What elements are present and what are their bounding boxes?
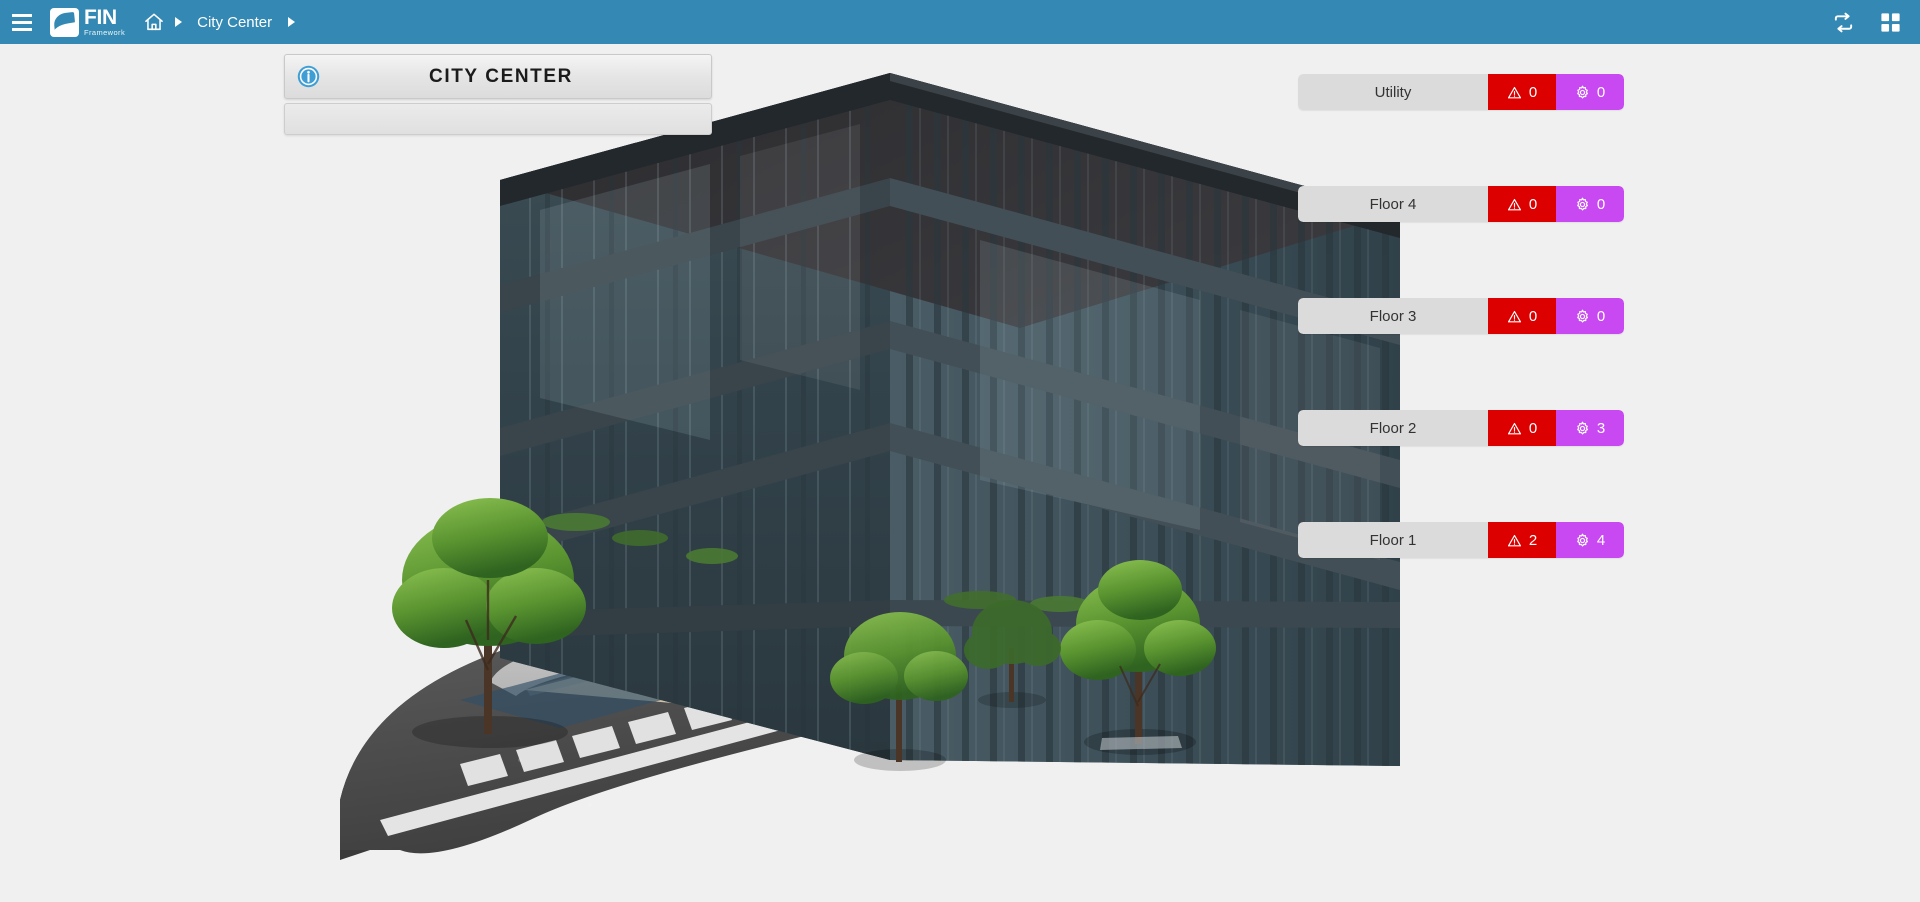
floor-row-floor-3[interactable]: Floor 3 0 0 (1298, 298, 1624, 334)
home-icon[interactable] (141, 9, 167, 35)
hamburger-bar (12, 20, 32, 24)
alarm-badge[interactable]: 0 (1488, 298, 1556, 334)
floor-row-utility[interactable]: Utility 0 0 (1298, 74, 1624, 110)
gear-icon (1576, 309, 1588, 322)
topbar-right-group (1832, 0, 1920, 44)
warning-triangle-icon (1507, 86, 1521, 98)
alarm-count: 0 (1528, 83, 1538, 101)
alarm-count: 0 (1528, 419, 1538, 437)
page-subtitle-card (284, 103, 712, 135)
floor-row-floor-1[interactable]: Floor 1 2 4 (1298, 522, 1624, 558)
top-navigation-bar: FIN Framework City Center (0, 0, 1920, 44)
override-count: 4 (1596, 531, 1606, 549)
page-title: CITY CENTER (429, 65, 573, 87)
override-badge[interactable]: 4 (1556, 522, 1624, 558)
warning-triangle-icon (1507, 422, 1521, 434)
override-badge[interactable]: 0 (1556, 186, 1624, 222)
floor-status-panel: Utility 0 0 Floor 4 0 0 Floor 3 0 0 Floo… (1298, 74, 1624, 584)
caret-right-icon[interactable] (167, 0, 189, 44)
brand-wordmark: FIN Framework (84, 7, 125, 37)
override-count: 3 (1596, 419, 1606, 437)
sync-refresh-icon[interactable] (1832, 11, 1855, 34)
floor-name-label: Utility (1298, 74, 1488, 110)
brand-name: FIN (84, 6, 117, 30)
alarm-count: 0 (1528, 307, 1538, 325)
override-count: 0 (1596, 195, 1606, 213)
apps-grid-icon[interactable] (1879, 11, 1902, 34)
alarm-count: 2 (1528, 531, 1538, 549)
alarm-badge[interactable]: 2 (1488, 522, 1556, 558)
breadcrumb: City Center (141, 0, 302, 44)
warning-triangle-icon (1507, 198, 1521, 210)
alarm-count: 0 (1528, 195, 1538, 213)
override-badge[interactable]: 3 (1556, 410, 1624, 446)
gear-icon (1576, 533, 1588, 546)
breadcrumb-item-city-center[interactable]: City Center (189, 14, 280, 31)
override-badge[interactable]: 0 (1556, 74, 1624, 110)
fin-logo-mark-icon (50, 7, 79, 37)
gear-icon (1576, 85, 1588, 98)
page-title-card: CITY CENTER (284, 54, 712, 99)
warning-triangle-icon (1507, 310, 1521, 322)
floor-name-label: Floor 4 (1298, 186, 1488, 222)
brand-subtitle: Framework (84, 28, 126, 38)
floor-row-floor-4[interactable]: Floor 4 0 0 (1298, 186, 1624, 222)
info-circle-icon[interactable] (295, 64, 321, 90)
gear-icon (1576, 197, 1588, 210)
alarm-badge[interactable]: 0 (1488, 74, 1556, 110)
topbar-left-group: FIN Framework City Center (0, 0, 302, 44)
floor-name-label: Floor 3 (1298, 298, 1488, 334)
hamburger-bar (12, 13, 32, 17)
override-badge[interactable]: 0 (1556, 298, 1624, 334)
floor-name-label: Floor 2 (1298, 410, 1488, 446)
hamburger-bar (12, 27, 32, 31)
alarm-badge[interactable]: 0 (1488, 410, 1556, 446)
override-count: 0 (1596, 83, 1606, 101)
alarm-badge[interactable]: 0 (1488, 186, 1556, 222)
fin-framework-logo[interactable]: FIN Framework (50, 0, 125, 44)
floor-name-label: Floor 1 (1298, 522, 1488, 558)
warning-triangle-icon (1507, 534, 1521, 546)
hamburger-menu-icon[interactable] (0, 0, 44, 44)
caret-right-icon[interactable] (280, 0, 302, 44)
override-count: 0 (1596, 307, 1606, 325)
floor-row-floor-2[interactable]: Floor 2 0 3 (1298, 410, 1624, 446)
gear-icon (1576, 421, 1588, 434)
